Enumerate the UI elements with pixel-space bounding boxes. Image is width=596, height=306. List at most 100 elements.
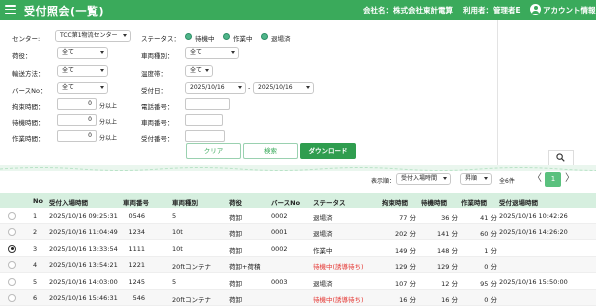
top-bar: 受付照会(一覧) 会社名：株式会社東計電算 利用者：管理者E アカウント情報: [0, 0, 596, 20]
cell-vehicle-no: 1111: [128, 244, 145, 253]
transport-select[interactable]: 全て: [57, 65, 108, 77]
col-vehicle-no[interactable]: 車両番号: [123, 197, 149, 207]
cell-cargo: 荷卸: [229, 230, 242, 239]
work-time-input[interactable]: 0: [57, 130, 97, 142]
col-restraint-time[interactable]: 拘束時間: [382, 197, 408, 207]
search-button[interactable]: 検索: [243, 143, 298, 159]
clear-button[interactable]: クリア: [186, 143, 241, 159]
cell-no: 3: [33, 244, 38, 253]
next-page-button[interactable]: 〉: [565, 173, 575, 185]
row-select-radio[interactable]: [8, 228, 16, 237]
cell-status: 退場済: [313, 214, 333, 222]
table-header: No 受付入場時間 車両番号 車両種別 荷役 バースNo ステータス 拘束時間 …: [0, 193, 596, 208]
cell-entry-time: 2025/10/16 13:33:54: [49, 244, 118, 253]
vehicle-no-input[interactable]: [185, 114, 223, 126]
receipt-no-label: 受付番号：: [141, 135, 174, 143]
col-cargo[interactable]: 荷役: [229, 197, 242, 207]
order-select[interactable]: 昇順: [460, 173, 492, 185]
temp-select[interactable]: 全て: [185, 65, 213, 77]
cell-vehicle-type: 5: [172, 277, 177, 286]
cell-wait-time: 36 分: [441, 214, 458, 222]
date-to-select[interactable]: 2025/10/16: [253, 82, 314, 94]
restraint-time-input[interactable]: 0: [57, 98, 97, 110]
sort-select[interactable]: 受付入場時間: [396, 173, 451, 185]
row-select-radio[interactable]: [8, 294, 16, 302]
cell-cargo: 荷卸: [229, 246, 242, 255]
col-vehicle-type[interactable]: 車両種別: [172, 197, 198, 207]
berth-label: バースNo：: [12, 87, 47, 95]
row-select-radio[interactable]: [8, 277, 16, 286]
cell-vehicle-no: 1245: [128, 277, 145, 286]
table-row[interactable]: 1 2025/10/16 09:25:31 0546 5 荷卸 0002 退場済 77 分 36…: [0, 208, 596, 224]
wait-time-input[interactable]: 0: [57, 114, 97, 126]
cell-restraint-time: 202 分: [395, 230, 416, 239]
row-select-radio[interactable]: [8, 212, 16, 220]
col-no[interactable]: No: [33, 197, 43, 205]
berth-select[interactable]: 全て: [57, 82, 108, 94]
col-berth[interactable]: バースNo: [271, 197, 300, 207]
row-select-radio[interactable]: [8, 261, 16, 270]
cell-restraint-time: 129 分: [395, 263, 416, 272]
cell-status: 待機中(誘導待ち): [313, 296, 364, 304]
cell-no: 1: [33, 212, 38, 220]
status-checkbox-working[interactable]: [223, 33, 230, 40]
restraint-time-unit: 分以上: [99, 103, 118, 110]
download-button[interactable]: ダウンロード: [300, 143, 356, 159]
cell-vehicle-no: 1221: [128, 261, 145, 270]
status-checkbox-waiting[interactable]: [185, 33, 192, 40]
phone-input[interactable]: [185, 98, 230, 110]
cell-wait-time: 148 分: [437, 246, 458, 255]
cell-exit-time: 2025/10/16 10:42:26: [499, 212, 568, 220]
col-status[interactable]: ステータス: [313, 197, 346, 207]
cell-vehicle-type: 20ftコンテナ: [172, 296, 211, 304]
account-icon[interactable]: [530, 4, 541, 15]
restraint-time-label: 拘束時間：: [12, 103, 45, 111]
company-name: 会社名：株式会社東計電算: [363, 6, 453, 15]
cell-vehicle-type: 10t: [172, 244, 183, 253]
cell-restraint-time: 16 分: [399, 296, 416, 304]
prev-page-button[interactable]: 〈: [532, 173, 542, 185]
receipt-no-input[interactable]: [185, 130, 225, 142]
cell-wait-time: 16 分: [441, 296, 458, 304]
status-label: ステータス：: [141, 35, 180, 43]
date-from-select[interactable]: 2025/10/16: [185, 82, 246, 94]
search-icon: [556, 153, 565, 162]
page-number-current[interactable]: 1: [545, 172, 561, 187]
table-row[interactable]: 4 2025/10/16 13:54:21 1221 20ftコンテナ 荷卸+荷積 待機中…: [0, 257, 596, 274]
account-info-link[interactable]: アカウント情報: [543, 5, 596, 16]
col-wait-time[interactable]: 待機時間: [421, 197, 447, 207]
col-entry-time[interactable]: 受付入場時間: [49, 197, 88, 207]
table-row[interactable]: 6 2025/10/16 15:46:31 546 20ftコンテナ 荷卸 待機中(誘導待…: [0, 290, 596, 306]
user-name: 利用者：管理者E: [463, 6, 521, 15]
vehicle-no-label: 車両番号：: [141, 119, 174, 127]
cell-exit-time: 2025/10/16 14:26:20: [499, 228, 568, 237]
cell-vehicle-type: 20ftコンテナ: [172, 263, 211, 272]
cell-berth: 0002: [271, 244, 288, 253]
menu-icon[interactable]: [5, 5, 16, 15]
phone-label: 電話番号：: [141, 103, 174, 111]
cell-berth: 0003: [271, 277, 288, 286]
cell-no: 2: [33, 228, 38, 237]
cell-no: 6: [33, 294, 38, 302]
row-select-radio[interactable]: [8, 244, 16, 253]
wait-time-unit: 分以上: [99, 119, 118, 126]
cell-status: 退場済: [313, 279, 333, 288]
status-checkbox-exited[interactable]: [261, 33, 268, 40]
center-select[interactable]: TCC第1物流センター: [55, 30, 131, 42]
table-row[interactable]: 3 2025/10/16 13:33:54 1111 10t 荷卸 0002 作業中 149 …: [0, 241, 596, 257]
table-row[interactable]: 2 2025/10/16 11:04:49 1234 10t 荷卸 0001 退場済 202 …: [0, 224, 596, 241]
cell-work-time: 1 分: [484, 246, 497, 255]
col-work-time[interactable]: 作業時間: [461, 197, 487, 207]
status-option-waiting: 待機中: [195, 35, 215, 43]
cargo-select[interactable]: 全て: [57, 47, 108, 59]
table-row[interactable]: 5 2025/10/16 14:03:00 1245 5 荷卸 0003 退場済 107 分 1…: [0, 274, 596, 290]
cell-vehicle-no: 1234: [128, 228, 145, 237]
work-time-unit: 分以上: [99, 135, 118, 142]
cell-berth: 0002: [271, 212, 288, 220]
col-exit-time[interactable]: 受付退場時間: [499, 197, 538, 207]
cell-berth: 0001: [271, 228, 288, 237]
vehicle-type-select[interactable]: 全て: [185, 47, 239, 59]
transport-label: 輸送方法：: [12, 70, 45, 78]
cell-vehicle-no: 546: [132, 294, 145, 302]
cell-status: 待機中(誘導待ち): [313, 263, 364, 272]
